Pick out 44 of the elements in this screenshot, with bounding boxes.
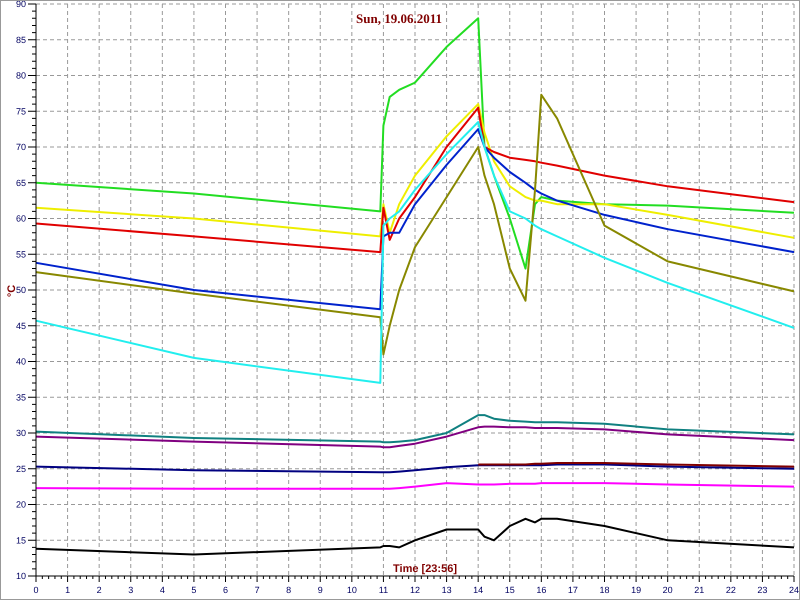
axis-tick-label: 35 [16, 392, 26, 402]
axis-tick-label: 11 [378, 585, 388, 595]
axis-tick-label: 22 [726, 585, 736, 595]
axis-tick-label: 85 [16, 34, 26, 45]
axis-tick-label: 70 [16, 142, 26, 152]
axis-tick-label: 7 [254, 585, 260, 595]
axis-tick-label: 80 [16, 70, 26, 80]
axis-tick-label: 3 [128, 585, 134, 595]
axis-tick-label: 8 [286, 585, 292, 595]
axis-tick-label: 21 [694, 585, 704, 595]
axis-tick-label: 55 [16, 249, 26, 260]
axis-tick-label: 18 [600, 585, 610, 595]
axis-tick-label: 10 [346, 585, 357, 595]
axis-tick-label: 65 [16, 178, 26, 188]
axis-tick-label: 19 [631, 585, 642, 595]
axis-tick-label: 25 [16, 464, 26, 474]
axis-tick-label: 14 [473, 585, 484, 595]
axis-tick-label: 4 [160, 585, 165, 595]
x-axis-label: Time [23:56] [393, 563, 457, 575]
axis-tick-label: 20 [16, 500, 26, 510]
axis-tick-label: 30 [16, 428, 26, 438]
axis-tick-label: 15 [16, 535, 26, 546]
axis-tick-label: 15 [504, 585, 515, 595]
axis-tick-label: 6 [223, 585, 228, 595]
axis-tick-label: 23 [757, 585, 768, 595]
axis-tick-label: 20 [662, 585, 673, 595]
chart-title: Sun, 19.06.2011 [356, 11, 442, 26]
axis-tick-label: 1 [65, 585, 70, 595]
axis-tick-label: 60 [16, 214, 26, 224]
axis-tick-label: 90 [16, 1, 26, 9]
axis-tick-label: 40 [16, 356, 26, 366]
axis-tick-label: 0 [34, 585, 38, 595]
axis-tick-label: 45 [16, 320, 26, 331]
axis-tick-label: 24 [789, 585, 799, 595]
axis-tick-label: 50 [16, 285, 26, 295]
axis-tick-label: 10 [16, 571, 26, 581]
axis-tick-label: 16 [536, 585, 546, 595]
axis-tick-label: 2 [96, 585, 102, 595]
axis-tick-label: 5 [191, 585, 196, 595]
axis-tick-label: 9 [318, 585, 323, 595]
axis-tick-label: 12 [410, 585, 420, 595]
axis-tick-label: 13 [442, 585, 452, 595]
axis-tick-label: 17 [568, 585, 578, 595]
axis-tick-label: 75 [16, 106, 26, 116]
